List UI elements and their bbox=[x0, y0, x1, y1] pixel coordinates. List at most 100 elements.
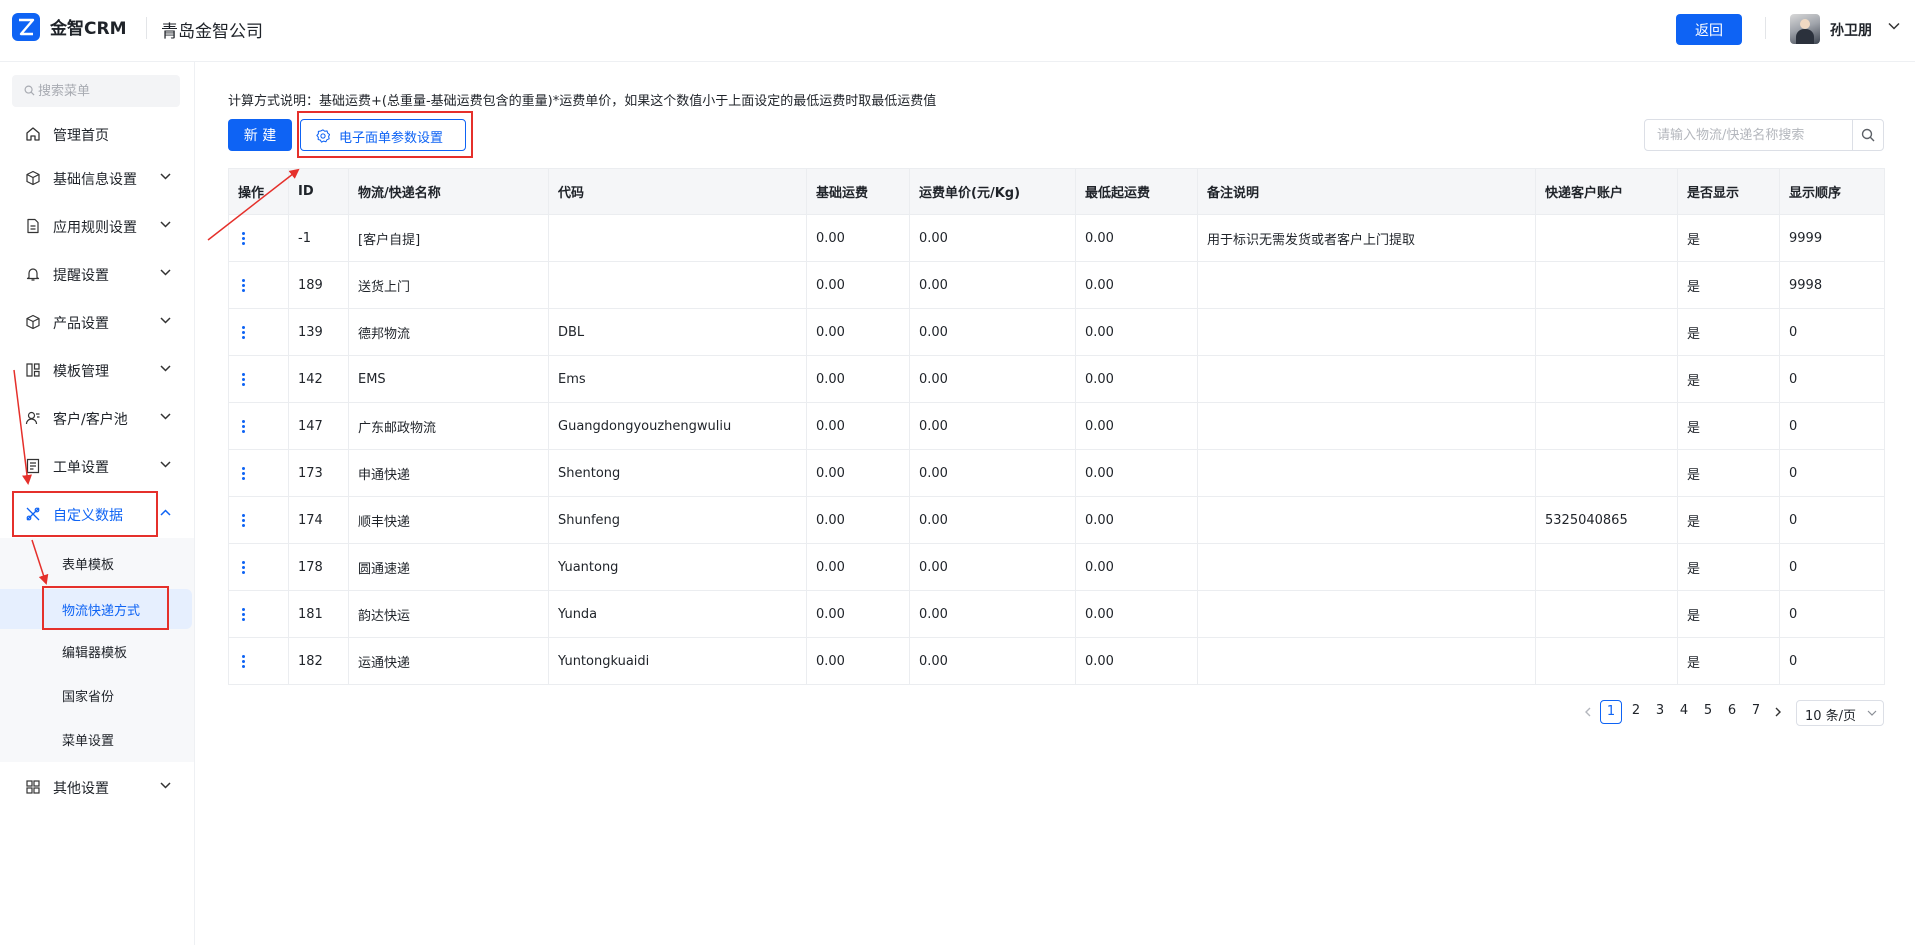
table-cell: 0.00 bbox=[909, 214, 1076, 262]
row-actions-cell bbox=[228, 261, 289, 309]
table-cell: 0 bbox=[1779, 543, 1885, 591]
table-cell: DBL bbox=[548, 308, 807, 356]
table-cell: 申通快递 bbox=[348, 449, 549, 497]
sidebar-item-templates[interactable]: 模板管理 bbox=[0, 348, 194, 392]
sidebar-item-label: 产品设置 bbox=[53, 316, 109, 332]
table-cell: 0.00 bbox=[909, 355, 1076, 403]
more-actions-icon[interactable] bbox=[241, 607, 245, 621]
table-row[interactable]: 189 送货上门 0.00 0.00 0.00 是 9998 bbox=[228, 261, 1885, 309]
page-number[interactable]: 6 bbox=[1722, 700, 1742, 724]
table-cell: 0.00 bbox=[1075, 214, 1198, 262]
more-actions-icon[interactable] bbox=[241, 372, 245, 386]
table-cell: 送货上门 bbox=[348, 261, 549, 309]
table-cell: Guangdongyouzhengwuliu bbox=[548, 402, 807, 450]
table-cell: 9998 bbox=[1779, 261, 1885, 309]
page-size-select[interactable]: 10 条/页 bbox=[1796, 700, 1884, 726]
more-actions-icon[interactable] bbox=[241, 654, 245, 668]
col-header[interactable]: 运费单价(元/Kg) bbox=[909, 168, 1076, 215]
new-button[interactable]: 新 建 bbox=[228, 119, 292, 151]
chevron-down-icon bbox=[160, 461, 171, 468]
col-header[interactable]: ID bbox=[288, 168, 349, 215]
table-cell bbox=[1197, 308, 1536, 356]
table-row[interactable]: 142 EMS Ems 0.00 0.00 0.00 是 0 bbox=[228, 355, 1885, 403]
sidebar-item-home[interactable]: 管理首页 bbox=[0, 112, 194, 156]
table-cell: Shentong bbox=[548, 449, 807, 497]
table-cell bbox=[1535, 590, 1678, 638]
sidebar-subitem-regions[interactable]: 国家省份 bbox=[0, 677, 194, 713]
next-page-icon[interactable] bbox=[1774, 707, 1782, 717]
page-number[interactable]: 7 bbox=[1746, 700, 1766, 724]
table-row[interactable]: 139 德邦物流 DBL 0.00 0.00 0.00 是 0 bbox=[228, 308, 1885, 356]
chevron-down-icon[interactable] bbox=[1888, 22, 1900, 30]
col-header[interactable]: 基础运费 bbox=[806, 168, 910, 215]
sidebar-item-label: 客户/客户池 bbox=[53, 412, 128, 428]
avatar[interactable] bbox=[1790, 14, 1820, 44]
col-header[interactable]: 是否显示 bbox=[1677, 168, 1780, 215]
col-header[interactable]: 快递客户账户 bbox=[1535, 168, 1678, 215]
sidebar-item-tickets[interactable]: 工单设置 bbox=[0, 444, 194, 488]
table-cell: 0.00 bbox=[1075, 449, 1198, 497]
bell-icon bbox=[26, 268, 40, 281]
table-row[interactable]: 178 圆通速递 Yuantong 0.00 0.00 0.00 是 0 bbox=[228, 543, 1885, 591]
sidebar-item-products[interactable]: 产品设置 bbox=[0, 300, 194, 344]
col-header[interactable]: 代码 bbox=[548, 168, 807, 215]
col-header[interactable]: 备注说明 bbox=[1197, 168, 1536, 215]
sidebar-item-reminders[interactable]: 提醒设置 bbox=[0, 252, 194, 296]
cube-icon bbox=[26, 170, 40, 186]
logistics-search[interactable] bbox=[1644, 119, 1884, 151]
more-actions-icon[interactable] bbox=[241, 325, 245, 339]
more-actions-icon[interactable] bbox=[241, 466, 245, 480]
search-button[interactable] bbox=[1852, 120, 1883, 150]
sidebar-item-other-settings[interactable]: 其他设置 bbox=[0, 765, 194, 809]
more-actions-icon[interactable] bbox=[241, 513, 245, 527]
table-cell: 0.00 bbox=[909, 637, 1076, 685]
more-actions-icon[interactable] bbox=[241, 419, 245, 433]
table-cell: 0.00 bbox=[806, 308, 910, 356]
table-cell: 0 bbox=[1779, 449, 1885, 497]
sidebar-item-app-rules[interactable]: 应用规则设置 bbox=[0, 204, 194, 248]
sidebar-subitem-form-templates[interactable]: 表单模板 bbox=[0, 545, 194, 581]
logistics-search-input[interactable] bbox=[1657, 126, 1847, 144]
table-row[interactable]: 174 顺丰快递 Shunfeng 0.00 0.00 0.00 5325040865 是 0 bbox=[228, 496, 1885, 544]
sidebar-item-basic-info[interactable]: 基础信息设置 bbox=[0, 156, 194, 200]
page-number[interactable]: 1 bbox=[1600, 700, 1622, 724]
sidebar-subitem-label: 表单模板 bbox=[62, 558, 115, 573]
table-cell: 是 bbox=[1677, 355, 1780, 403]
table-row[interactable]: 181 韵达快运 Yunda 0.00 0.00 0.00 是 0 bbox=[228, 590, 1885, 638]
table-cell bbox=[1535, 214, 1678, 262]
page-number[interactable]: 5 bbox=[1698, 700, 1718, 724]
more-actions-icon[interactable] bbox=[241, 560, 245, 574]
page-number[interactable]: 2 bbox=[1626, 700, 1646, 724]
chevron-up-icon bbox=[160, 509, 171, 516]
col-header[interactable]: 显示顺序 bbox=[1779, 168, 1885, 215]
chevron-down-icon bbox=[160, 317, 171, 324]
more-actions-icon[interactable] bbox=[241, 231, 245, 245]
table-row[interactable]: 173 申通快递 Shentong 0.00 0.00 0.00 是 0 bbox=[228, 449, 1885, 497]
document-icon bbox=[27, 218, 39, 234]
chevron-down-icon bbox=[160, 221, 171, 228]
sidebar-subitem-menu-settings[interactable]: 菜单设置 bbox=[0, 721, 194, 757]
back-button[interactable]: 返回 bbox=[1676, 14, 1742, 45]
table-row[interactable]: 182 运通快递 Yuntongkuaidi 0.00 0.00 0.00 是 0 bbox=[228, 637, 1885, 685]
table-row[interactable]: 147 广东邮政物流 Guangdongyouzhengwuliu 0.00 0.00 0… bbox=[228, 402, 1885, 450]
row-actions-cell bbox=[228, 355, 289, 403]
more-actions-icon[interactable] bbox=[241, 278, 245, 292]
menu-search[interactable] bbox=[12, 75, 180, 107]
prev-page-icon[interactable] bbox=[1584, 707, 1592, 717]
page-number[interactable]: 4 bbox=[1674, 700, 1694, 724]
table-row[interactable]: -1 [客户自提] 0.00 0.00 0.00 用于标识无需发货或者客户上门提取是 999… bbox=[228, 214, 1885, 262]
sidebar-subitem-editor-templates[interactable]: 编辑器模板 bbox=[0, 633, 194, 669]
home-icon bbox=[26, 127, 40, 141]
menu-search-input[interactable] bbox=[38, 82, 168, 100]
page-number[interactable]: 3 bbox=[1650, 700, 1670, 724]
table-cell bbox=[1197, 496, 1536, 544]
user-name[interactable]: 孙卫朋 bbox=[1830, 20, 1872, 40]
sidebar-item-label: 工单设置 bbox=[53, 460, 109, 476]
sidebar-item-customers[interactable]: 客户/客户池 bbox=[0, 396, 194, 440]
col-header[interactable]: 最低起运费 bbox=[1075, 168, 1198, 215]
col-header[interactable]: 物流/快递名称 bbox=[348, 168, 549, 215]
sidebar-item-label: 其他设置 bbox=[53, 781, 109, 797]
table-cell: 是 bbox=[1677, 543, 1780, 591]
table-header-row: 操作 ID 物流/快递名称 代码 基础运费 运费单价(元/Kg) 最低起运费 备… bbox=[228, 168, 1885, 215]
sidebar-item-label: 提醒设置 bbox=[53, 268, 109, 284]
